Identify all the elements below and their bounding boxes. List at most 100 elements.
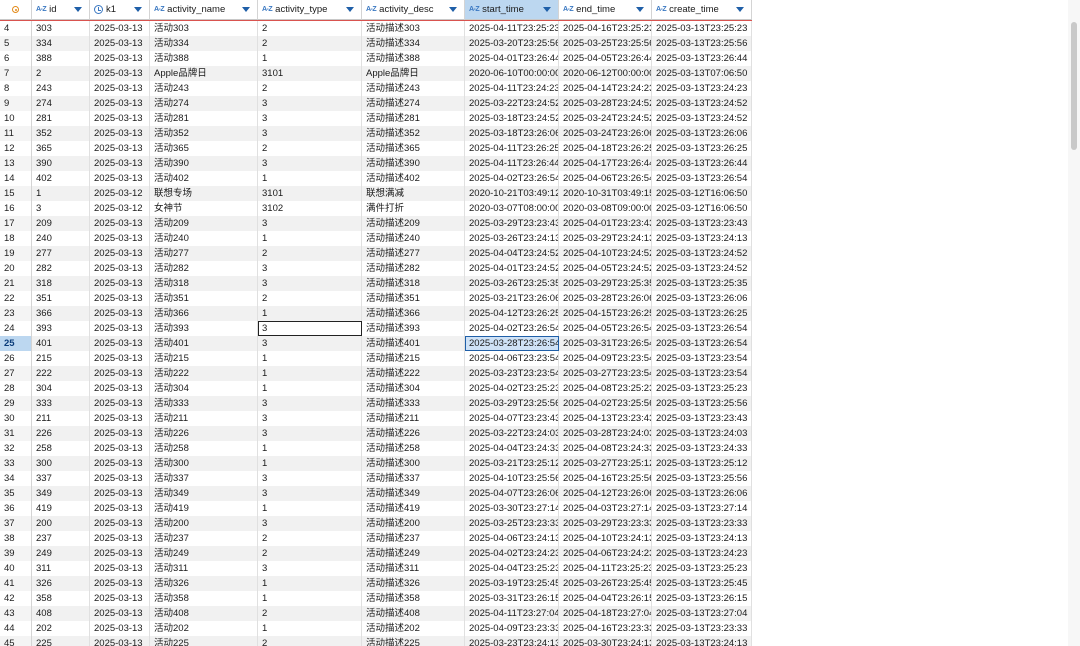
row-number[interactable]: 36 (0, 501, 32, 516)
table-row[interactable]: 42 358 2025-03-13 活动358 1 活动描述358 2025-03-31T2… (0, 591, 752, 606)
cell-create-time[interactable]: 2025-03-13T23:25:12 (652, 456, 752, 471)
row-number[interactable]: 16 (0, 201, 32, 216)
cell-id[interactable]: 337 (32, 471, 90, 486)
cell-start-time[interactable]: 2025-04-06T23:24:13 (465, 531, 559, 546)
cell-end-time[interactable]: 2025-04-18T23:27:04 (559, 606, 652, 621)
cell-create-time[interactable]: 2025-03-13T23:24:13 (652, 636, 752, 646)
table-row[interactable]: 43 408 2025-03-13 活动408 2 活动描述408 2025-04-11T2… (0, 606, 752, 621)
cell-k1[interactable]: 2025-03-13 (90, 276, 150, 291)
table-row[interactable]: 27 222 2025-03-13 活动222 1 活动描述222 2025-03-23T2… (0, 366, 752, 381)
cell-k1[interactable]: 2025-03-13 (90, 516, 150, 531)
column-header-end-time[interactable]: A-Z end_time (559, 0, 652, 20)
cell-k1[interactable]: 2025-03-13 (90, 561, 150, 576)
cell-start-time[interactable]: 2025-04-11T23:26:44 (465, 156, 559, 171)
cell-activity-name[interactable]: 活动326 (150, 576, 258, 591)
cell-create-time[interactable]: 2025-03-13T23:25:23 (652, 381, 752, 396)
cell-activity-name[interactable]: 活动243 (150, 81, 258, 96)
cell-id[interactable]: 351 (32, 291, 90, 306)
row-number[interactable]: 44 (0, 621, 32, 636)
cell-activity-name[interactable]: 活动358 (150, 591, 258, 606)
cell-id[interactable]: 1 (32, 186, 90, 201)
table-row[interactable]: 18 240 2025-03-13 活动240 1 活动描述240 2025-03-26T2… (0, 231, 752, 246)
table-row[interactable]: 4 303 2025-03-13 活动303 2 活动描述303 2025-04-11T23… (0, 21, 752, 36)
cell-start-time[interactable]: 2025-03-19T23:25:45 (465, 576, 559, 591)
cell-activity-desc[interactable]: 活动描述326 (362, 576, 465, 591)
row-number[interactable]: 11 (0, 126, 32, 141)
cell-create-time[interactable]: 2025-03-13T23:26:15 (652, 591, 752, 606)
cell-k1[interactable]: 2025-03-13 (90, 246, 150, 261)
cell-activity-name[interactable]: 活动349 (150, 486, 258, 501)
cell-activity-type[interactable]: 1 (258, 576, 362, 591)
cell-activity-type[interactable]: 3 (258, 321, 362, 336)
cell-k1[interactable]: 2025-03-13 (90, 81, 150, 96)
cell-activity-type[interactable]: 3 (258, 396, 362, 411)
cell-end-time[interactable]: 2025-04-05T23:26:44 (559, 51, 652, 66)
cell-activity-name[interactable]: 联想专场 (150, 186, 258, 201)
table-row[interactable]: 29 333 2025-03-13 活动333 3 活动描述333 2025-03-29T2… (0, 396, 752, 411)
cell-end-time[interactable]: 2025-03-25T23:25:56 (559, 36, 652, 51)
cell-activity-name[interactable]: 活动402 (150, 171, 258, 186)
cell-id[interactable]: 200 (32, 516, 90, 531)
cell-end-time[interactable]: 2025-03-24T23:24:52 (559, 111, 652, 126)
row-number[interactable]: 42 (0, 591, 32, 606)
cell-activity-type[interactable]: 1 (258, 501, 362, 516)
cell-k1[interactable]: 2025-03-13 (90, 306, 150, 321)
table-row[interactable]: 10 281 2025-03-13 活动281 3 活动描述281 2025-03-18T2… (0, 111, 752, 126)
table-row[interactable]: 9 274 2025-03-13 活动274 3 活动描述274 2025-03-22T23… (0, 96, 752, 111)
cell-activity-desc[interactable]: 活动描述311 (362, 561, 465, 576)
cell-k1[interactable]: 2025-03-13 (90, 66, 150, 81)
cell-activity-name[interactable]: 活动225 (150, 636, 258, 646)
cell-end-time[interactable]: 2025-04-02T23:25:56 (559, 396, 652, 411)
table-row[interactable]: 31 226 2025-03-13 活动226 3 活动描述226 2025-03-22T2… (0, 426, 752, 441)
row-number[interactable]: 9 (0, 96, 32, 111)
cell-id[interactable]: 240 (32, 231, 90, 246)
cell-id[interactable]: 349 (32, 486, 90, 501)
cell-activity-type[interactable]: 3 (258, 261, 362, 276)
cell-end-time[interactable]: 2025-04-09T23:23:54 (559, 351, 652, 366)
cell-activity-type[interactable]: 1 (258, 51, 362, 66)
cell-id[interactable]: 237 (32, 531, 90, 546)
cell-id[interactable]: 326 (32, 576, 90, 591)
cell-end-time[interactable]: 2025-03-29T23:25:35 (559, 276, 652, 291)
cell-activity-desc[interactable]: 活动描述202 (362, 621, 465, 636)
cell-activity-desc[interactable]: 活动描述358 (362, 591, 465, 606)
cell-activity-type[interactable]: 3 (258, 486, 362, 501)
chevron-down-icon[interactable] (134, 7, 142, 12)
cell-activity-desc[interactable]: 活动描述408 (362, 606, 465, 621)
cell-activity-type[interactable]: 2 (258, 36, 362, 51)
row-number[interactable]: 25 (0, 336, 32, 351)
cell-end-time[interactable]: 2025-04-06T23:24:23 (559, 546, 652, 561)
cell-activity-name[interactable]: 活动281 (150, 111, 258, 126)
row-number[interactable]: 21 (0, 276, 32, 291)
cell-create-time[interactable]: 2025-03-13T23:25:56 (652, 36, 752, 51)
cell-activity-type[interactable]: 3 (258, 156, 362, 171)
cell-end-time[interactable]: 2025-04-08T23:24:33 (559, 441, 652, 456)
row-number[interactable]: 5 (0, 36, 32, 51)
cell-activity-type[interactable]: 1 (258, 231, 362, 246)
cell-activity-desc[interactable]: 活动描述351 (362, 291, 465, 306)
cell-start-time[interactable]: 2025-04-10T23:25:56 (465, 471, 559, 486)
cell-create-time[interactable]: 2025-03-13T23:24:23 (652, 81, 752, 96)
table-row[interactable]: 38 237 2025-03-13 活动237 2 活动描述237 2025-04-06T2… (0, 531, 752, 546)
row-number[interactable]: 4 (0, 21, 32, 36)
cell-activity-name[interactable]: 活动240 (150, 231, 258, 246)
cell-create-time[interactable]: 2025-03-13T23:25:23 (652, 561, 752, 576)
cell-end-time[interactable]: 2025-04-12T23:26:06 (559, 486, 652, 501)
cell-activity-desc[interactable]: 活动描述215 (362, 351, 465, 366)
cell-id[interactable]: 358 (32, 591, 90, 606)
cell-activity-type[interactable]: 1 (258, 456, 362, 471)
table-row[interactable]: 32 258 2025-03-13 活动258 1 活动描述258 2025-04-04T2… (0, 441, 752, 456)
cell-activity-desc[interactable]: 活动描述277 (362, 246, 465, 261)
cell-create-time[interactable]: 2025-03-13T23:25:35 (652, 276, 752, 291)
cell-start-time[interactable]: 2025-03-29T23:25:56 (465, 396, 559, 411)
row-number[interactable]: 17 (0, 216, 32, 231)
row-number[interactable]: 31 (0, 426, 32, 441)
cell-create-time[interactable]: 2025-03-13T07:06:50 (652, 66, 752, 81)
cell-activity-name[interactable]: 活动274 (150, 96, 258, 111)
cell-id[interactable]: 215 (32, 351, 90, 366)
cell-end-time[interactable]: 2025-04-18T23:26:25 (559, 141, 652, 156)
cell-k1[interactable]: 2025-03-13 (90, 126, 150, 141)
result-grid[interactable]: A-Z id k1 A-Z activity_name A-Z activity_type A… (0, 0, 1068, 646)
row-number[interactable]: 33 (0, 456, 32, 471)
cell-create-time[interactable]: 2025-03-13T23:23:43 (652, 216, 752, 231)
